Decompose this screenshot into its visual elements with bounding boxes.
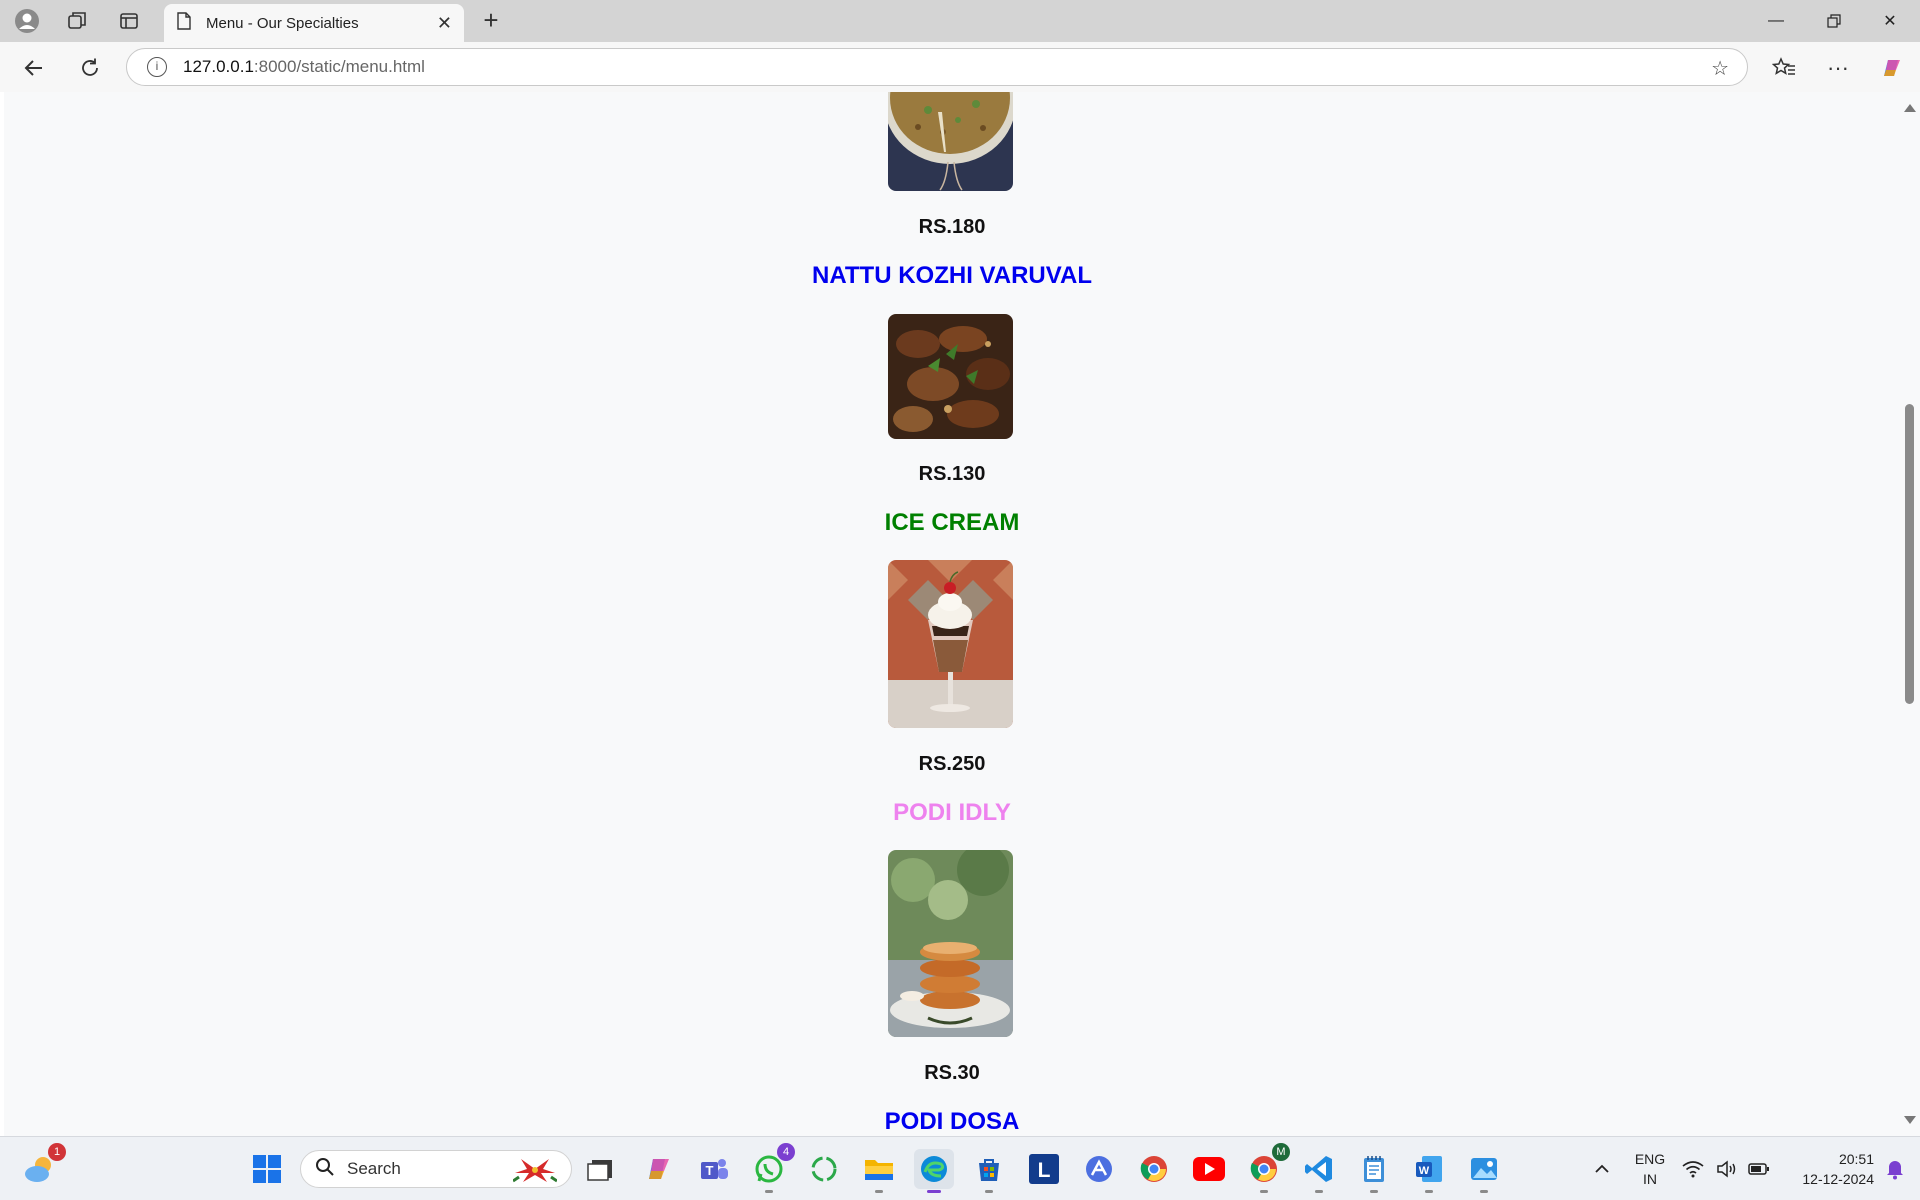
volume-icon[interactable] — [1712, 1149, 1742, 1189]
search-label: Search — [347, 1159, 401, 1178]
whatsapp-icon[interactable]: 4 — [749, 1143, 795, 1193]
chrome-profile-icon[interactable]: M — [1244, 1143, 1290, 1193]
youtube-icon[interactable] — [1189, 1149, 1229, 1189]
notepad-icon[interactable] — [1354, 1149, 1394, 1193]
chrome-icon[interactable] — [1134, 1149, 1174, 1189]
language-indicator[interactable]: ENG IN — [1628, 1149, 1672, 1189]
poinsettia-icon — [512, 1155, 558, 1188]
weather-icon[interactable]: 1 — [20, 1143, 66, 1189]
dish-price: RS.180 — [918, 216, 986, 238]
dish-price: RS.130 — [918, 463, 986, 485]
teams-icon[interactable]: T — [694, 1149, 734, 1189]
dish-image-ice-cream — [888, 560, 1013, 728]
photos-icon[interactable] — [1464, 1149, 1504, 1193]
task-view-icon[interactable] — [580, 1149, 620, 1189]
minimize-icon[interactable]: — — [1748, 0, 1804, 42]
dish-image-biryani — [888, 92, 1013, 191]
more-options-icon[interactable]: ··· — [1822, 52, 1854, 84]
sync-app-icon[interactable] — [804, 1149, 844, 1189]
running-indicator — [985, 1190, 993, 1193]
weather-badge: 1 — [48, 1143, 66, 1161]
file-explorer-icon[interactable] — [859, 1149, 899, 1193]
favorites-icon[interactable] — [1768, 52, 1800, 84]
svg-text:L: L — [1038, 1159, 1051, 1182]
copilot-app-icon[interactable] — [638, 1149, 678, 1189]
dish-name: NATTU KOZHI VARUVAL — [812, 262, 1092, 289]
edge-icon[interactable] — [914, 1149, 954, 1193]
close-tab-icon[interactable]: ✕ — [437, 13, 452, 34]
dish-name: PODI DOSA — [884, 1108, 1020, 1135]
dish-price: RS.250 — [918, 753, 986, 775]
battery-icon[interactable] — [1744, 1149, 1774, 1189]
url-host: 127.0.0.1 — [183, 57, 254, 76]
scroll-up-arrow-icon[interactable] — [1904, 104, 1916, 112]
page-scrollbar[interactable] — [1900, 92, 1920, 1136]
dish-name: ICE CREAM — [884, 509, 1020, 536]
chrome-profile-badge: M — [1272, 1143, 1290, 1161]
url-path: :8000/static/menu.html — [253, 57, 425, 76]
vscode-icon[interactable] — [1299, 1149, 1339, 1193]
tab-menu[interactable]: Menu - Our Specialties ✕ — [164, 4, 464, 42]
store-icon[interactable] — [969, 1149, 1009, 1193]
svg-text:T: T — [706, 1163, 714, 1178]
clock-time: 20:51 — [1838, 1151, 1874, 1167]
page-viewport: RS.180 NATTU KOZHI VARUVAL RS.130 ICE CR… — [4, 92, 1900, 1136]
arc-app-icon[interactable] — [1079, 1149, 1119, 1189]
running-indicator — [1480, 1190, 1488, 1193]
active-indicator — [927, 1190, 941, 1193]
language-primary: ENG — [1634, 1151, 1666, 1167]
clock-date: 12-12-2024 — [1802, 1171, 1874, 1187]
running-indicator — [1425, 1190, 1433, 1193]
running-indicator — [765, 1190, 773, 1193]
clock[interactable]: 20:51 12-12-2024 — [1784, 1149, 1874, 1189]
word-icon[interactable]: W — [1409, 1149, 1449, 1193]
search-icon — [315, 1157, 335, 1182]
language-secondary: IN — [1643, 1171, 1657, 1187]
svg-text:W: W — [1419, 1165, 1430, 1177]
scroll-thumb[interactable] — [1905, 404, 1914, 704]
vertical-tabs-icon[interactable] — [114, 6, 144, 36]
notification-bell-icon[interactable] — [1878, 1149, 1912, 1189]
dish-name: PODI IDLY — [893, 799, 1011, 826]
workspaces-icon[interactable] — [62, 6, 92, 36]
dish-image-podi-idly — [888, 850, 1013, 1037]
profile-icon[interactable] — [12, 6, 42, 36]
refresh-icon[interactable] — [74, 52, 106, 84]
title-bar: Menu - Our Specialties ✕ + — ✕ — [0, 0, 1920, 42]
show-hidden-icons-icon[interactable] — [1582, 1149, 1622, 1189]
navigation-bar: i 127.0.0.1:8000/static/menu.html ☆ ··· — [0, 42, 1920, 92]
running-indicator — [1370, 1190, 1378, 1193]
taskbar: 1 Search T 4 L M W ENG IN 20:51 12-12-20… — [0, 1136, 1920, 1200]
whatsapp-badge: 4 — [777, 1143, 795, 1161]
running-indicator — [1260, 1190, 1268, 1193]
address-bar[interactable]: i 127.0.0.1:8000/static/menu.html ☆ — [126, 48, 1748, 86]
site-info-icon[interactable]: i — [147, 57, 167, 77]
dish-price: RS.30 — [924, 1062, 980, 1084]
copilot-icon[interactable] — [1876, 52, 1908, 84]
taskbar-search[interactable]: Search — [300, 1150, 572, 1188]
dish-image-nattu-kozhi-varuval — [888, 314, 1013, 439]
favorite-star-icon[interactable]: ☆ — [1711, 56, 1729, 81]
start-icon[interactable] — [247, 1149, 287, 1189]
restore-icon[interactable] — [1806, 0, 1862, 42]
back-icon[interactable] — [18, 52, 50, 84]
l-app-icon[interactable]: L — [1024, 1149, 1064, 1189]
close-window-icon[interactable]: ✕ — [1862, 0, 1918, 42]
page-icon — [176, 11, 192, 35]
new-tab-icon[interactable]: + — [476, 6, 506, 36]
running-indicator — [1315, 1190, 1323, 1193]
scroll-down-arrow-icon[interactable] — [1904, 1116, 1916, 1124]
wifi-icon[interactable] — [1678, 1149, 1708, 1189]
tab-title: Menu - Our Specialties — [206, 14, 359, 32]
running-indicator — [875, 1190, 883, 1193]
